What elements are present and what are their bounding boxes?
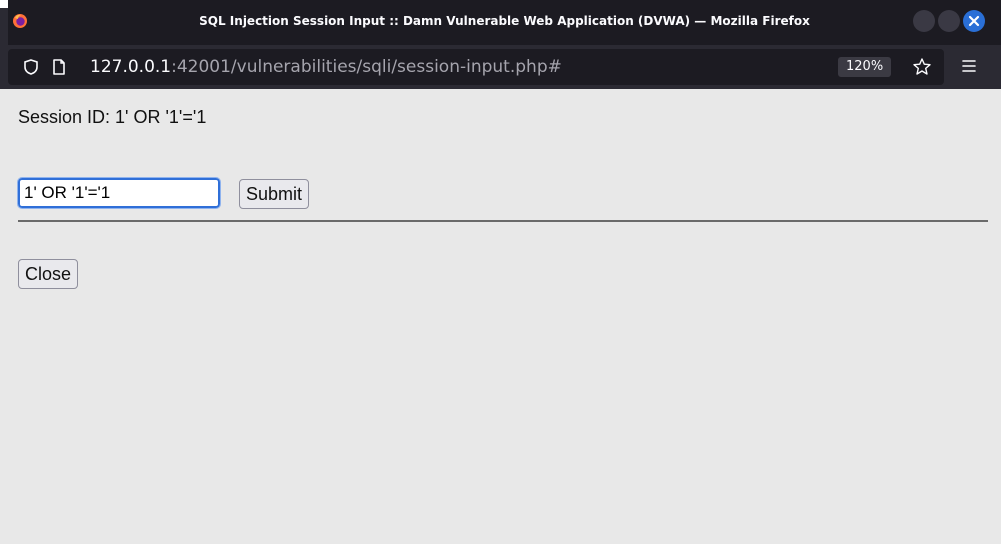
window-corner — [0, 0, 8, 8]
horizontal-divider — [18, 220, 988, 222]
shield-icon[interactable] — [22, 58, 40, 76]
hamburger-menu-icon[interactable] — [960, 57, 978, 75]
browser-window: SQL Injection Session Input :: Damn Vuln… — [0, 0, 1001, 544]
url-text[interactable]: 127.0.0.1:42001/vulnerabilities/sqli/ses… — [90, 57, 562, 77]
page-icon[interactable] — [50, 58, 68, 76]
zoom-level-button[interactable]: 120% — [838, 57, 892, 77]
session-id-text: Session ID: 1' OR '1'='1 — [18, 107, 207, 127]
submit-button[interactable]: Submit — [239, 179, 310, 209]
session-id-input[interactable] — [17, 177, 221, 209]
maximize-button[interactable] — [938, 10, 960, 32]
star-icon[interactable] — [912, 57, 932, 77]
close-button[interactable]: Close — [18, 259, 79, 289]
url-bar[interactable]: 127.0.0.1:42001/vulnerabilities/sqli/ses… — [8, 49, 944, 85]
minimize-button[interactable] — [913, 10, 935, 32]
title-bar: SQL Injection Session Input :: Damn Vuln… — [8, 0, 1001, 45]
window-title: SQL Injection Session Input :: Damn Vuln… — [199, 14, 810, 28]
url-host: 127.0.0.1 — [90, 57, 172, 77]
close-icon — [968, 15, 980, 27]
page-content: Session ID: 1' OR '1'='1 Submit Close — [0, 89, 1001, 544]
window-close-button[interactable] — [963, 10, 985, 32]
url-path: :42001/vulnerabilities/sqli/session-inpu… — [171, 57, 562, 77]
navigation-toolbar: 127.0.0.1:42001/vulnerabilities/sqli/ses… — [0, 45, 1001, 89]
